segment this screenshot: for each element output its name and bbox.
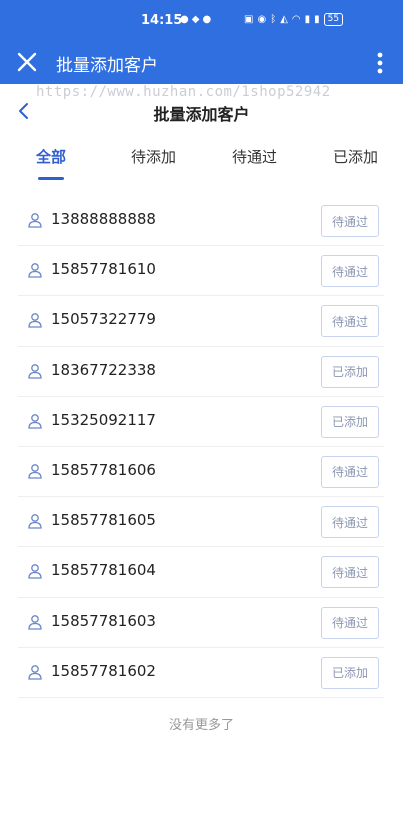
location-icon: ◆: [191, 14, 200, 25]
alarm-icon: ◉: [257, 14, 267, 25]
user-icon: [28, 413, 42, 429]
list-item: 15325092117 已添加: [18, 397, 384, 447]
list-item: 15857781605 待通过: [18, 497, 384, 548]
customer-phone: 15857781602: [51, 661, 156, 680]
user-icon: [28, 313, 42, 329]
status-system-icons: ▣ ◉ ᛒ ◭ ◠ ▮ ▮ 55: [244, 13, 344, 26]
list-item: 13888888888 待通过: [18, 196, 384, 247]
status-button[interactable]: 待通过: [321, 455, 379, 488]
list-item: 15857781604 待通过: [18, 547, 384, 598]
no-more-text: 没有更多了: [168, 718, 234, 733]
user-icon: [28, 614, 42, 630]
app-title: 批量添加客户: [56, 56, 158, 76]
tab-added[interactable]: 已添加: [333, 146, 378, 167]
user-icon: [28, 664, 42, 680]
customer-phone: 15857781610: [51, 260, 156, 279]
watermark: https://www.huzhan.com/1shop52942: [36, 84, 331, 100]
tab-all[interactable]: 全部: [36, 146, 66, 167]
tab-pending-add[interactable]: 待添加: [131, 146, 176, 167]
user-icon: [28, 363, 42, 379]
status-button[interactable]: 已添加: [321, 656, 379, 689]
app-bar: 批量添加客户: [0, 42, 403, 84]
customer-phone: 15857781604: [51, 561, 156, 580]
customer-phone: 13888888888: [51, 210, 156, 228]
customer-phone: 18367722338: [51, 360, 156, 379]
user-icon: [28, 564, 42, 579]
list-item: 15857781602 已添加: [18, 648, 384, 698]
status-button[interactable]: 待通过: [321, 556, 379, 589]
close-icon[interactable]: [14, 49, 40, 75]
status-bar: 14:15 ● ◆ ● ▣ ◉ ᛒ ◭ ◠ ▮ ▮ 55: [0, 0, 403, 42]
status-button[interactable]: 待通过: [321, 205, 379, 237]
user-icon: [28, 213, 42, 228]
customer-phone: 15325092117: [51, 410, 156, 429]
customer-phone: 15857781605: [51, 511, 156, 530]
status-button[interactable]: 已添加: [321, 355, 379, 388]
signal-icon: ▮: [304, 14, 311, 25]
active-tab-indicator: [38, 177, 64, 180]
user-icon: [28, 263, 42, 278]
bluetooth-icon: ᛒ: [270, 14, 277, 25]
status-button[interactable]: 待通过: [321, 606, 379, 639]
tab-pending-approval[interactable]: 待通过: [232, 146, 277, 167]
list-item: 15857781603 待通过: [18, 598, 384, 648]
battery-icon: 55: [323, 13, 344, 26]
customer-phone: 15857781603: [51, 611, 156, 630]
signal-icon: ▮: [314, 14, 320, 25]
list-item: 15857781610 待通过: [18, 246, 384, 297]
list-item: 15057322779 待通过: [18, 296, 384, 347]
user-icon: [28, 514, 42, 529]
status-notification-icons: ● ◆ ●: [180, 14, 211, 25]
mute-icon: ◭: [280, 14, 288, 25]
user-icon: [28, 464, 42, 479]
list-item: 15857781606 待通过: [18, 447, 384, 498]
more-vertical-icon[interactable]: [370, 50, 390, 76]
status-button[interactable]: 待通过: [321, 255, 379, 288]
page-title: 批量添加客户: [153, 105, 250, 124]
status-time: 14:15: [141, 13, 183, 28]
status-button[interactable]: 已添加: [321, 405, 379, 438]
wifi-icon: ◠: [291, 14, 301, 25]
nfc-icon: ▣: [244, 14, 254, 25]
filter-tabs: 全部 待添加 待通过 已添加: [0, 142, 403, 182]
status-button[interactable]: 待通过: [321, 506, 379, 539]
message-icon: ●: [202, 14, 212, 25]
wechat-icon: ●: [180, 14, 189, 25]
customer-phone: 15857781606: [51, 460, 156, 479]
customer-phone: 15057322779: [51, 310, 156, 329]
list-item: 18367722338 已添加: [18, 347, 384, 397]
customer-list: 13888888888 待通过 15857781610 待通过 15057322…: [18, 196, 384, 698]
status-button[interactable]: 待通过: [321, 305, 379, 338]
